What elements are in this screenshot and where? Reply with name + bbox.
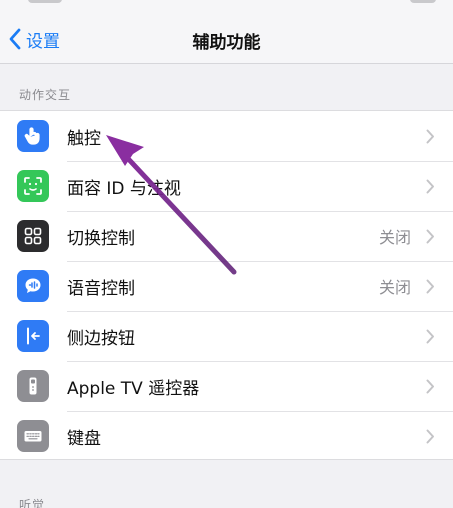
row-apple-tv-remote[interactable]: Apple TV 遥控器 [0, 361, 453, 411]
row-voice-control-label: 语音控制 [67, 278, 135, 299]
switch-control-icon [17, 220, 49, 252]
navigation-bar: 设置 辅助功能 [0, 14, 453, 64]
status-bar [0, 0, 453, 14]
page-title: 辅助功能 [192, 33, 261, 53]
row-apple-tv-remote-label: Apple TV 遥控器 [67, 378, 200, 399]
row-keyboard-label: 键盘 [67, 428, 101, 449]
chevron-right-icon [426, 179, 434, 193]
row-face-id[interactable]: 面容 ID 与注视 [0, 161, 453, 211]
row-switch-control-value: 关闭 [378, 228, 411, 247]
voice-control-icon [17, 270, 49, 302]
row-switch-control[interactable]: 切换控制 关闭 [0, 211, 453, 261]
chevron-right-icon [426, 329, 434, 343]
face-id-icon [17, 170, 49, 202]
keyboard-icon [17, 420, 49, 452]
status-time-fragment [28, 0, 62, 3]
touch-hand-icon [17, 120, 49, 152]
row-switch-control-label: 切换控制 [67, 228, 135, 249]
row-side-button[interactable]: 侧边按钮 [0, 311, 453, 361]
settings-group-interaction: 触控 面容 ID 与注视 切换控制 关闭 语音控制 关闭 侧边按钮 Apple … [0, 110, 453, 460]
chevron-right-icon [426, 129, 434, 143]
chevron-right-icon [426, 429, 434, 443]
row-keyboard[interactable]: 键盘 [0, 411, 453, 461]
side-button-icon [17, 320, 49, 352]
row-voice-control-value: 关闭 [378, 278, 411, 297]
section-header-interaction: 动作交互 [19, 88, 72, 102]
chevron-right-icon [426, 279, 434, 293]
tv-remote-icon [17, 370, 49, 402]
section-header-hearing: 听觉 [19, 498, 46, 508]
row-touch-label: 触控 [67, 128, 101, 149]
status-battery-fragment [410, 0, 436, 3]
row-voice-control[interactable]: 语音控制 关闭 [0, 261, 453, 311]
chevron-right-icon [426, 379, 434, 393]
row-side-button-label: 侧边按钮 [67, 328, 135, 349]
row-face-id-label: 面容 ID 与注视 [67, 178, 181, 199]
row-touch[interactable]: 触控 [0, 111, 453, 161]
chevron-right-icon [426, 229, 434, 243]
